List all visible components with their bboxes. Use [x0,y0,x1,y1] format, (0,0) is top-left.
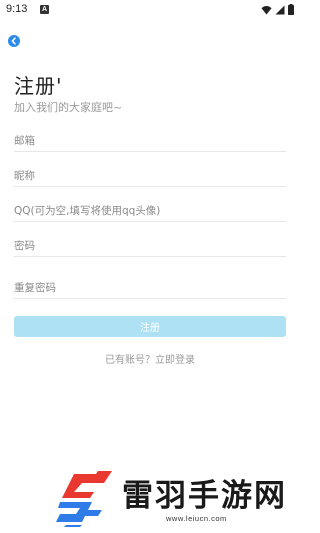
watermark-url: www.leiucn.com [166,514,227,523]
register-screen: 9:13 A 注册' 加入我们的大家庭吧~ 邮箱 昵称 QQ(可为空,填写将使用… [0,0,300,533]
signal-icon [275,5,285,14]
chevron-left-icon [11,37,16,45]
back-button[interactable] [8,35,20,47]
status-indicators [261,4,294,15]
status-time: 9:13 [6,3,28,15]
register-button[interactable]: 注册 [14,316,286,337]
confirm-password-field[interactable] [14,277,286,299]
email-field-wrapper [14,129,286,152]
battery-icon [288,4,294,15]
notification-app-icon: A [40,5,49,14]
status-bar: 9:13 A [0,0,300,20]
page-subtitle: 加入我们的大家庭吧~ [14,101,123,114]
nickname-field[interactable] [14,165,286,187]
email-field[interactable] [14,130,286,152]
nickname-field-wrapper [14,164,286,187]
brand-logo-icon [56,471,112,527]
watermark-brand-text: 雷羽手游网 [122,478,287,514]
page-title: 注册' [14,74,63,98]
login-link[interactable]: 已有账号？立即登录 [0,351,300,366]
password-field[interactable] [14,235,286,257]
wifi-icon [261,5,272,14]
confirm-password-field-wrapper [14,276,286,299]
qq-field-wrapper [14,199,286,222]
password-field-wrapper [14,234,286,257]
qq-field[interactable] [14,200,286,222]
watermark-logo: 雷羽手游网 www.leiucn.com [52,470,292,530]
